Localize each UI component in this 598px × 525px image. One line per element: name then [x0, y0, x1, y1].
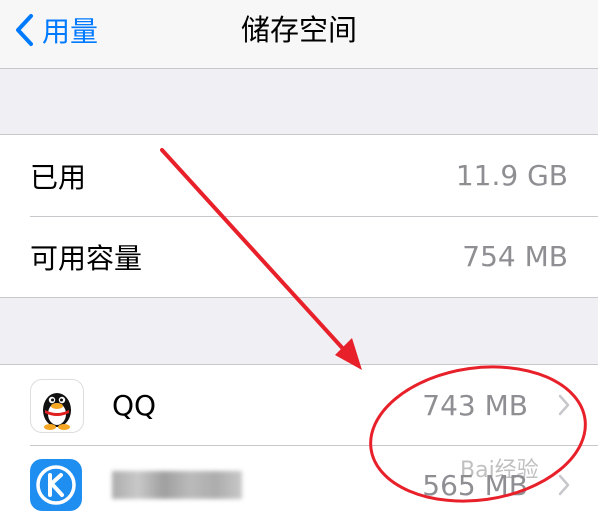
blurred-app-name [112, 471, 242, 499]
available-value: 754 MB [462, 240, 568, 273]
qq-penguin-icon [30, 379, 84, 433]
available-row: 可用容量 754 MB [0, 216, 598, 297]
chevron-right-icon [558, 394, 570, 416]
storage-summary-group: 已用 11.9 GB 可用容量 754 MB [0, 134, 598, 298]
chevron-right-icon [558, 474, 570, 496]
kugou-music-icon [30, 459, 82, 511]
app-row-qq[interactable]: QQ 743 MB [0, 365, 598, 445]
watermark: Bai经验 [460, 458, 539, 483]
page-title: 储存空间 [240, 13, 357, 47]
used-value: 11.9 GB [455, 159, 568, 192]
used-label: 已用 [30, 160, 87, 194]
available-label: 可用容量 [30, 241, 143, 275]
navigation-bar: 用量 储存空间 [0, 0, 598, 69]
used-row: 已用 11.9 GB [0, 135, 598, 216]
app-size-qq: 743 MB [422, 388, 528, 422]
app-name-qq: QQ [112, 388, 157, 422]
app-list-group: QQ 743 MB 565 MB [0, 364, 598, 525]
